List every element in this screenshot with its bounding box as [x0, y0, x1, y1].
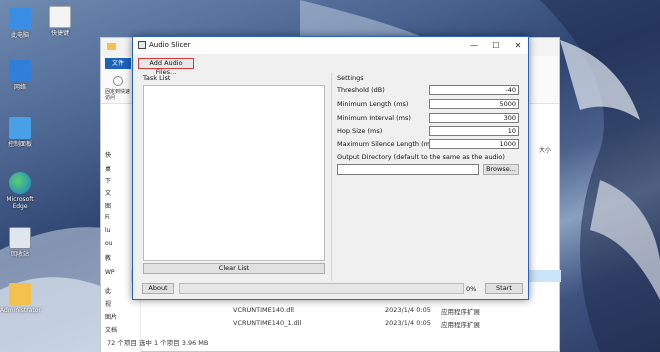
desktop-icon-label: 快捷键	[50, 30, 69, 37]
nav-item[interactable]: 教	[105, 253, 111, 262]
size-column-header[interactable]: 大小	[539, 145, 551, 154]
nav-item[interactable]: 图片	[105, 312, 117, 321]
maximize-button[interactable]: ☐	[485, 37, 507, 54]
nav-item[interactable]: Fi	[105, 214, 110, 221]
file-row-date: 2023/1/4 0:05	[385, 306, 431, 314]
close-button[interactable]: ✕	[507, 37, 529, 54]
nav-item[interactable]: WP	[105, 269, 115, 276]
file-name: VCRUNTIME140_1.dll	[233, 319, 302, 327]
desktop-icon-recycle-bin[interactable]: 回收站	[0, 227, 40, 258]
document-icon	[49, 6, 71, 28]
desktop-icon-user-folder[interactable]: Administrator	[0, 283, 41, 314]
start-button[interactable]: Start	[485, 283, 523, 294]
task-list-label: Task List	[143, 74, 171, 82]
nav-item[interactable]: 图	[105, 201, 111, 210]
desktop-icon-shortcut[interactable]: 快捷键	[40, 6, 80, 37]
nav-item[interactable]: 此	[105, 286, 111, 295]
minimize-button[interactable]: —	[463, 37, 485, 54]
file-row[interactable]: VCRUNTIME140_1.dll	[233, 319, 301, 327]
folder-icon	[107, 43, 116, 50]
pin-icon	[113, 76, 123, 86]
min-length-input[interactable]: 5000	[429, 99, 519, 109]
desktop-icon-label: 网络	[13, 84, 26, 91]
max-silence-label: Maximum Silence Length (ms)	[337, 140, 436, 148]
app-icon	[138, 41, 146, 49]
user-folder-icon	[9, 283, 31, 305]
nav-item[interactable]: 下	[105, 176, 111, 185]
file-row-type: 应用程序扩展	[441, 321, 480, 329]
min-interval-input[interactable]: 300	[429, 113, 519, 123]
progress-text: 0%	[466, 285, 477, 293]
settings-label: Settings	[337, 74, 364, 82]
control-panel-icon	[9, 117, 31, 139]
nav-item[interactable]: 桌	[105, 164, 111, 173]
desktop-icon-label: 此电脑	[10, 32, 29, 39]
recycle-bin-icon	[9, 227, 31, 249]
output-dir-input[interactable]	[337, 164, 479, 175]
nav-item[interactable]: 文	[105, 188, 111, 197]
file-name: VCRUNTIME140.dll	[233, 306, 294, 314]
hop-size-label: Hop Size (ms)	[337, 127, 383, 135]
file-row-type: 应用程序扩展	[441, 308, 480, 316]
output-dir-label: Output Directory (default to the same as…	[337, 153, 505, 161]
network-icon	[9, 60, 31, 82]
min-length-label: Minimum Length (ms)	[337, 100, 409, 108]
explorer-status-bar: 72 个项目 选中 1 个项目 3.96 MB	[107, 339, 209, 347]
desktop-icon-label: 控制面板	[7, 141, 32, 148]
app-title-bar[interactable]: Audio Slicer — ☐ ✕	[133, 37, 528, 54]
min-interval-label: Minimum Interval (ms)	[337, 114, 411, 122]
panel-divider	[331, 73, 332, 281]
desktop-icon-control-panel[interactable]: 控制面板	[0, 117, 40, 148]
max-silence-input[interactable]: 1000	[429, 139, 519, 149]
add-audio-files-button[interactable]: Add Audio Files...	[138, 58, 194, 76]
desktop-icon-this-pc[interactable]: 此电脑	[0, 8, 40, 39]
progress-bar	[179, 283, 464, 294]
computer-icon	[9, 8, 31, 30]
threshold-input[interactable]: -40	[429, 85, 519, 95]
desktop-icon-network[interactable]: 网络	[0, 60, 40, 91]
app-title: Audio Slicer	[149, 41, 191, 49]
threshold-label: Threshold (dB)	[337, 86, 385, 94]
file-row-date: 2023/1/4 0:05	[385, 319, 431, 327]
task-list[interactable]	[143, 85, 325, 261]
desktop-icon-label: 回收站	[10, 251, 29, 258]
desktop-icon-label: Microsoft Edge	[6, 196, 34, 210]
hop-size-input[interactable]: 10	[429, 126, 519, 136]
desktop-icon-label: Administrator	[0, 307, 41, 314]
audio-slicer-window[interactable]: Audio Slicer — ☐ ✕ Add Audio Files... Ta…	[132, 36, 529, 300]
nav-item[interactable]: ou	[105, 240, 112, 247]
nav-item[interactable]: 文档	[105, 325, 117, 334]
desktop-icon-edge[interactable]: Microsoft Edge	[0, 172, 40, 210]
about-button[interactable]: About	[142, 283, 174, 294]
explorer-file-tab[interactable]: 文件	[105, 58, 131, 69]
clear-list-button[interactable]: Clear List	[143, 263, 325, 274]
browse-button[interactable]: Browse...	[483, 164, 519, 175]
edge-icon	[9, 172, 31, 194]
nav-item[interactable]: lu	[105, 227, 110, 234]
nav-item[interactable]: 快	[105, 150, 111, 159]
nav-item[interactable]: 视	[105, 299, 111, 308]
pin-quick-access-label[interactable]: 固定到快速访问	[105, 89, 131, 101]
file-row[interactable]: VCRUNTIME140.dll	[233, 306, 294, 314]
